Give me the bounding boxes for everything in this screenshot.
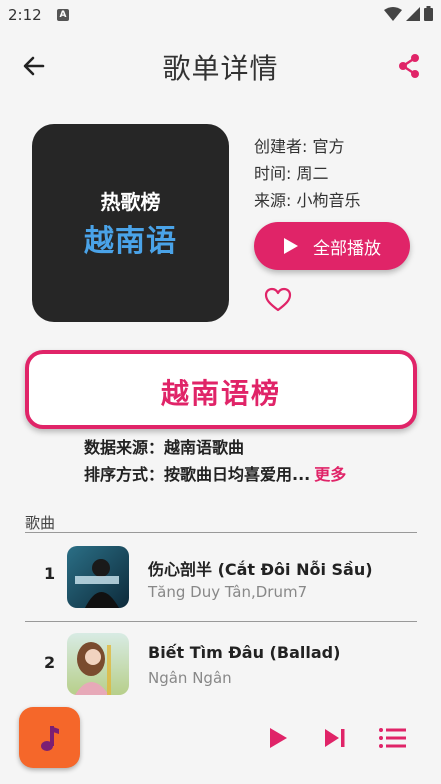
signal-icon [406,6,420,21]
sort-method-row: 排序方式：按歌曲日均喜爱用... 更多 [84,461,346,485]
cover-subtitle: 越南语 [84,224,177,259]
status-bar: 2:12 A [0,0,441,30]
play-all-label: 全部播放 [313,238,381,259]
wifi-icon [384,6,402,21]
playlist-icon[interactable] [377,723,407,753]
share-icon[interactable] [393,50,425,82]
cover-title: 热歌榜 [100,190,161,214]
play-all-button[interactable]: 全部播放 [254,222,410,270]
header: 歌单详情 [0,38,441,92]
song-index: 1 [44,564,56,583]
play-icon [284,238,298,254]
source-text: 来源: 小枸音乐 [254,191,361,210]
mini-player-cover[interactable] [19,707,80,768]
battery-icon [424,6,433,21]
notification-icon: A [57,9,69,21]
banner-title: 越南语榜 [160,377,281,410]
creator-text: 创建者: 官方 [254,137,345,156]
music-note-icon [41,726,59,751]
heart-outline-icon[interactable] [264,286,292,314]
player-bar [0,698,441,784]
song-title: 伤心剖半 (Cắt Đôi Nỗi Sầu) [148,560,373,579]
song-thumbnail [67,633,129,695]
playlist-cover: 热歌榜 越南语 [32,124,229,322]
chart-banner: 越南语榜 [25,350,417,429]
time-text: 时间: 周二 [254,164,329,183]
song-row[interactable]: 1 伤心剖半 (Cắt Đôi Nỗi Sầu) Tăng Duy Tân,Dr… [25,534,417,620]
section-label: 歌曲 [25,514,56,532]
page-title: 歌单详情 [162,52,279,85]
data-source-text: 数据来源：越南语歌曲 [84,438,245,457]
status-icons [384,6,433,21]
song-title: Biết Tìm Đâu (Ballad) [148,643,341,662]
skip-next-icon[interactable] [320,723,350,753]
song-artist: Tăng Duy Tân,Drum7 [148,583,308,601]
status-time: 2:12 [8,6,42,24]
play-icon[interactable] [262,723,292,753]
sort-method-text: 排序方式：按歌曲日均喜爱用... [84,465,311,484]
song-row[interactable]: 2 Biết Tìm Đâu (Ballad) Ngân Ngân [25,623,417,709]
song-artist: Ngân Ngân [148,669,232,687]
row-divider [25,621,417,622]
more-link[interactable]: 更多 [314,465,346,484]
song-thumbnail [67,546,129,608]
section-divider [25,532,417,533]
song-index: 2 [44,653,56,672]
